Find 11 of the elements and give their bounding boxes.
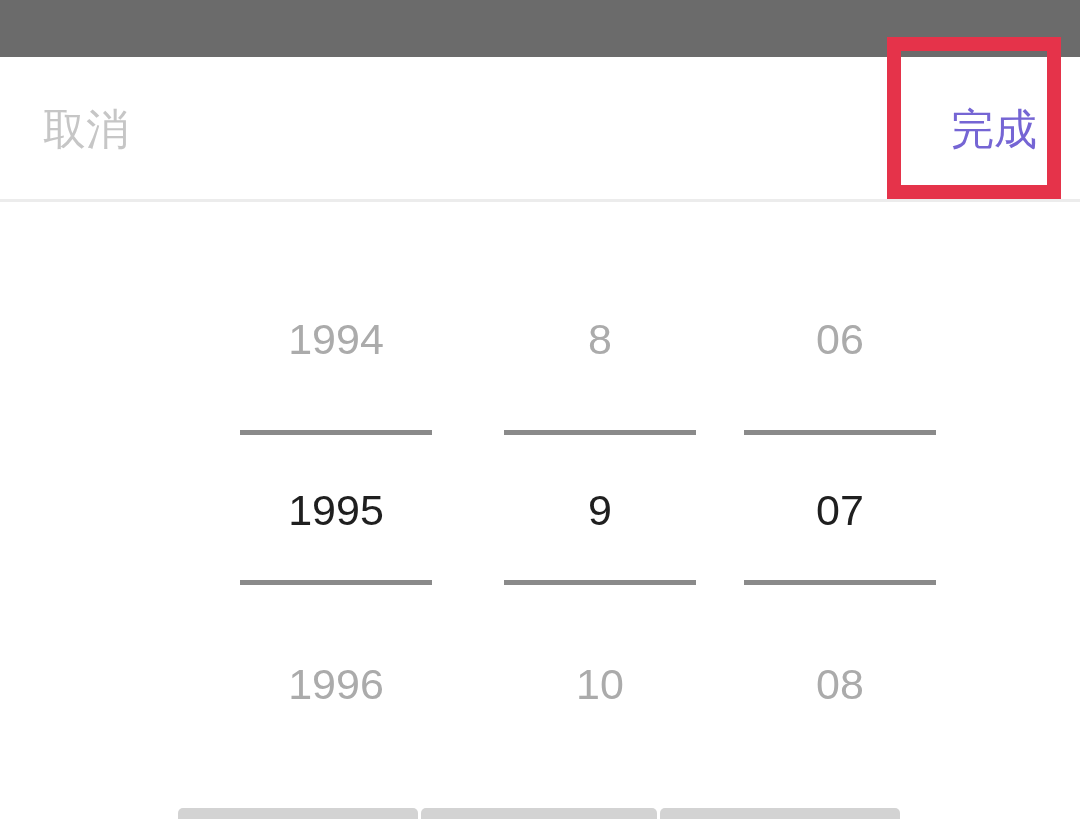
- picker-value[interactable]: 08: [816, 662, 864, 706]
- picker-value[interactable]: 8: [588, 317, 612, 361]
- picker-value[interactable]: 9: [588, 489, 612, 532]
- picker-value[interactable]: 1995: [288, 489, 384, 532]
- picker-value[interactable]: 10: [576, 662, 624, 706]
- picker-value[interactable]: 07: [816, 489, 864, 532]
- picker-value[interactable]: 06: [816, 317, 864, 361]
- picker-value[interactable]: 1996: [288, 662, 384, 706]
- done-button[interactable]: 完成: [951, 105, 1037, 151]
- cancel-button[interactable]: 取消: [43, 105, 129, 151]
- picker-value[interactable]: 1994: [288, 317, 384, 361]
